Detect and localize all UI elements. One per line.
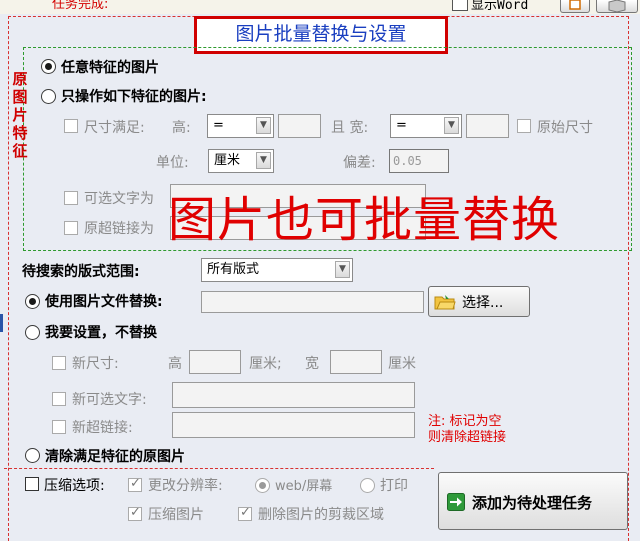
replace-with-file-radio[interactable]	[25, 294, 40, 309]
original-size-label: 原始尺寸	[537, 120, 593, 136]
unit-select[interactable]: 厘米 ▼	[208, 149, 274, 173]
change-resolution-label: 更改分辨率:	[148, 478, 223, 494]
choose-file-button[interactable]: 选择...	[428, 286, 530, 317]
width-value-field[interactable]	[466, 114, 509, 138]
height-label: 高:	[172, 120, 191, 136]
new-alt-text-field[interactable]	[172, 382, 415, 408]
width-operator-select[interactable]: = ▼	[390, 114, 462, 138]
delete-crop-checkbox[interactable]	[238, 505, 252, 521]
dropdown-arrow-icon: ▼	[335, 261, 350, 278]
size-condition-checkbox[interactable]	[64, 119, 78, 133]
compress-images-checkbox[interactable]	[128, 505, 142, 521]
new-size-checkbox[interactable]	[52, 356, 66, 370]
source-feature-vertical-label: 原 图 片 特 征	[12, 70, 28, 160]
new-hyperlink-field[interactable]	[172, 412, 415, 438]
dropdown-arrow-icon: ▼	[256, 117, 271, 134]
alt-text-checkbox[interactable]	[64, 191, 78, 205]
add-task-button[interactable]: 添加为待处理任务	[438, 472, 628, 530]
new-hyperlink-checkbox[interactable]	[52, 420, 66, 434]
dropdown-arrow-icon: ▼	[444, 117, 459, 134]
cm-unit-label-2: 厘米	[388, 356, 416, 372]
web-screen-radio[interactable]	[255, 478, 270, 493]
any-feature-label: 任意特征的图片	[61, 60, 159, 76]
print-radio[interactable]	[360, 478, 375, 493]
size-condition-label: 尺寸满足:	[84, 120, 145, 136]
new-width-field[interactable]	[330, 350, 382, 374]
compress-checkbox[interactable]	[25, 477, 39, 491]
overlay-caption: 图片也可批量替换	[168, 192, 561, 248]
unit-label: 单位:	[156, 155, 189, 171]
cube-icon	[608, 0, 626, 13]
new-alt-text-label: 新可选文字:	[72, 392, 147, 408]
cube-toolbar-button[interactable]	[596, 0, 638, 13]
web-screen-label: web/屏幕	[275, 479, 333, 494]
change-resolution-checkbox[interactable]	[128, 476, 142, 492]
self-settings-label: 我要设置，不替换	[45, 325, 157, 341]
tolerance-label: 偏差:	[343, 155, 376, 171]
only-feature-label: 只操作如下特征的图片:	[61, 89, 207, 105]
layout-scope-select[interactable]: 所有版式 ▼	[201, 258, 353, 282]
section-divider	[4, 468, 434, 469]
only-feature-radio[interactable]	[41, 89, 56, 104]
delete-crop-label: 删除图片的剪裁区域	[258, 507, 384, 523]
arrow-right-icon	[447, 493, 465, 511]
show-word-label: 显示Word	[471, 0, 529, 13]
window-icon	[569, 0, 581, 10]
replace-file-path-field[interactable]	[201, 291, 424, 313]
window-toolbar-button[interactable]	[560, 0, 590, 13]
add-task-label: 添加为待处理任务	[472, 494, 593, 512]
task-progress-label: 任务完成:	[52, 0, 109, 12]
show-word-checkbox[interactable]	[452, 0, 468, 11]
layout-scope-label: 待搜索的版式范围:	[22, 264, 140, 280]
hyperlink-checkbox[interactable]	[64, 221, 78, 235]
clear-images-label: 清除满足特征的原图片	[45, 449, 185, 465]
new-height-label: 高	[168, 356, 182, 372]
new-size-label: 新尺寸:	[72, 356, 119, 372]
choose-file-label: 选择...	[462, 295, 504, 311]
cm-unit-label-1: 厘米;	[249, 356, 282, 372]
hyperlink-note: 注: 标记为空 则清除超链接	[428, 414, 507, 445]
clear-images-radio[interactable]	[25, 448, 40, 463]
original-size-checkbox[interactable]	[517, 119, 531, 133]
new-alt-text-checkbox[interactable]	[52, 392, 66, 406]
dropdown-arrow-icon: ▼	[256, 152, 271, 169]
folder-icon	[434, 295, 456, 310]
tolerance-field[interactable]: 0.05	[389, 149, 449, 173]
left-edge-marker	[0, 314, 3, 332]
self-settings-radio[interactable]	[25, 325, 40, 340]
print-label: 打印	[380, 478, 408, 494]
new-width-label: 宽	[305, 356, 319, 372]
hyperlink-label: 原超链接为	[84, 221, 154, 237]
width-label: 且 宽:	[331, 120, 369, 136]
any-feature-radio[interactable]	[41, 59, 56, 74]
alt-text-label: 可选文字为	[84, 191, 154, 207]
new-height-field[interactable]	[189, 350, 241, 374]
height-operator-select[interactable]: = ▼	[207, 114, 274, 138]
compress-images-label: 压缩图片	[148, 507, 204, 523]
height-value-field[interactable]	[278, 114, 321, 138]
compress-label: 压缩选项:	[44, 478, 105, 494]
new-hyperlink-label: 新超链接:	[72, 420, 133, 436]
replace-with-file-label: 使用图片文件替换:	[45, 294, 163, 310]
